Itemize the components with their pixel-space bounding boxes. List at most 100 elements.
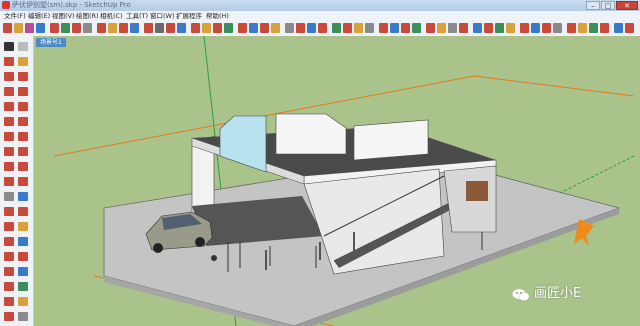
- position-camera-icon[interactable]: [318, 23, 327, 33]
- pie-icon[interactable]: [18, 132, 28, 141]
- shaded-textures-icon[interactable]: [495, 23, 504, 33]
- menu-file[interactable]: 文件(F): [4, 11, 26, 21]
- walk-tool-icon[interactable]: [332, 23, 341, 33]
- two-point-arc-icon[interactable]: [18, 117, 28, 126]
- eraser-icon[interactable]: [18, 57, 28, 66]
- zoom-window-icon[interactable]: [271, 23, 280, 33]
- menu-draw[interactable]: 绘图(R): [76, 11, 99, 21]
- dimension-icon[interactable]: [18, 192, 28, 201]
- freehand-icon[interactable]: [18, 72, 28, 81]
- right-view-icon[interactable]: [412, 23, 421, 33]
- text-tool-icon[interactable]: [202, 23, 211, 33]
- rotated-rectangle-icon[interactable]: [18, 87, 28, 96]
- push-pull-icon[interactable]: [97, 23, 106, 33]
- hidden-line-icon[interactable]: [473, 23, 482, 33]
- line-tool-icon[interactable]: [36, 23, 45, 33]
- offset-icon[interactable]: [18, 177, 28, 186]
- warehouse-icon[interactable]: [614, 23, 623, 33]
- shadows-icon[interactable]: [589, 23, 598, 33]
- polygon-icon[interactable]: [18, 102, 28, 111]
- pencil-icon[interactable]: [4, 72, 14, 81]
- protractor-icon[interactable]: [191, 23, 200, 33]
- display-section-icon[interactable]: [365, 23, 374, 33]
- circle-icon[interactable]: [4, 102, 14, 111]
- outliner-icon[interactable]: [567, 23, 576, 33]
- circle-tool-icon[interactable]: [72, 23, 81, 33]
- tape-icon[interactable]: [4, 192, 14, 201]
- previous-view-icon[interactable]: [296, 23, 305, 33]
- interact-icon[interactable]: [4, 312, 14, 321]
- section-plane-icon[interactable]: [354, 23, 363, 33]
- menu-view[interactable]: 视图(V): [52, 11, 75, 21]
- menu-tools[interactable]: 工具(T): [126, 11, 148, 21]
- menu-extensions[interactable]: 扩展程序: [176, 11, 202, 21]
- next-view-icon[interactable]: [307, 23, 316, 33]
- minimize-button[interactable]: –: [586, 1, 600, 10]
- protractor-tool-icon[interactable]: [4, 207, 14, 216]
- sketchup-app-icon[interactable]: [2, 1, 10, 9]
- walk-icon[interactable]: [18, 282, 28, 291]
- model-viewport[interactable]: [34, 36, 640, 326]
- follow-me-icon[interactable]: [144, 23, 153, 33]
- scale-icon[interactable]: [4, 177, 14, 186]
- arc-tool-icon[interactable]: [50, 23, 59, 33]
- tape-measure-icon[interactable]: [166, 23, 175, 33]
- pan-tool-icon[interactable]: [249, 23, 258, 33]
- axes-icon[interactable]: [4, 222, 14, 231]
- offset-tool-icon[interactable]: [155, 23, 164, 33]
- extension-warehouse-icon[interactable]: [625, 23, 634, 33]
- maximize-button[interactable]: □: [601, 1, 615, 10]
- look-around-icon[interactable]: [343, 23, 352, 33]
- text-icon[interactable]: [18, 207, 28, 216]
- eraser-tool-icon[interactable]: [14, 23, 23, 33]
- tab-scene-1[interactable]: 场景号1: [36, 38, 66, 47]
- move-icon[interactable]: [4, 147, 14, 156]
- left-view-icon[interactable]: [437, 23, 446, 33]
- back-view-icon[interactable]: [426, 23, 435, 33]
- components-icon[interactable]: [520, 23, 529, 33]
- push-pull-tool-icon[interactable]: [18, 147, 28, 156]
- wireframe-icon[interactable]: [459, 23, 468, 33]
- polygon-tool-icon[interactable]: [83, 23, 92, 33]
- sandbox-icon[interactable]: [18, 312, 28, 321]
- axes-tool-icon[interactable]: [213, 23, 222, 33]
- 3d-text-icon[interactable]: [224, 23, 233, 33]
- rectangle-icon[interactable]: [4, 87, 14, 96]
- top-view-icon[interactable]: [390, 23, 399, 33]
- menu-help[interactable]: 帮助(H): [206, 11, 229, 21]
- move-tool-icon[interactable]: [108, 23, 117, 33]
- zoom-icon[interactable]: [4, 252, 14, 261]
- orbit-tool-icon[interactable]: [238, 23, 247, 33]
- select-arrow-icon[interactable]: [4, 42, 14, 51]
- monochrome-icon[interactable]: [506, 23, 515, 33]
- make-component-icon[interactable]: [18, 42, 28, 51]
- menu-camera[interactable]: 相机(C): [100, 11, 123, 21]
- orbit-icon[interactable]: [4, 237, 14, 246]
- layers-icon[interactable]: [553, 23, 562, 33]
- rectangle-tool-icon[interactable]: [61, 23, 70, 33]
- paint-bucket-icon[interactable]: [25, 23, 34, 33]
- paint-icon[interactable]: [4, 57, 14, 66]
- xray-icon[interactable]: [448, 23, 457, 33]
- close-button[interactable]: ✕: [616, 1, 638, 10]
- previous-icon[interactable]: [18, 267, 28, 276]
- select-tool-icon[interactable]: [3, 23, 12, 33]
- front-view-icon[interactable]: [401, 23, 410, 33]
- styles-icon[interactable]: [542, 23, 551, 33]
- materials-icon[interactable]: [531, 23, 540, 33]
- arc-icon[interactable]: [4, 117, 14, 126]
- scenes-icon[interactable]: [578, 23, 587, 33]
- menu-edit[interactable]: 编辑(E): [28, 11, 50, 21]
- scale-tool-icon[interactable]: [130, 23, 139, 33]
- iso-view-icon[interactable]: [379, 23, 388, 33]
- zoom-window-tool-icon[interactable]: [18, 252, 28, 261]
- zoom-extents-tool-icon[interactable]: [4, 267, 14, 276]
- rotate-tool-icon[interactable]: [119, 23, 128, 33]
- zoom-extents-icon[interactable]: [285, 23, 294, 33]
- rotate-icon[interactable]: [4, 162, 14, 171]
- follow-me-tool-icon[interactable]: [18, 162, 28, 171]
- shaded-icon[interactable]: [484, 23, 493, 33]
- fog-icon[interactable]: [600, 23, 609, 33]
- 3d-text-tool-icon[interactable]: [18, 222, 28, 231]
- menu-window[interactable]: 窗口(W): [150, 11, 175, 21]
